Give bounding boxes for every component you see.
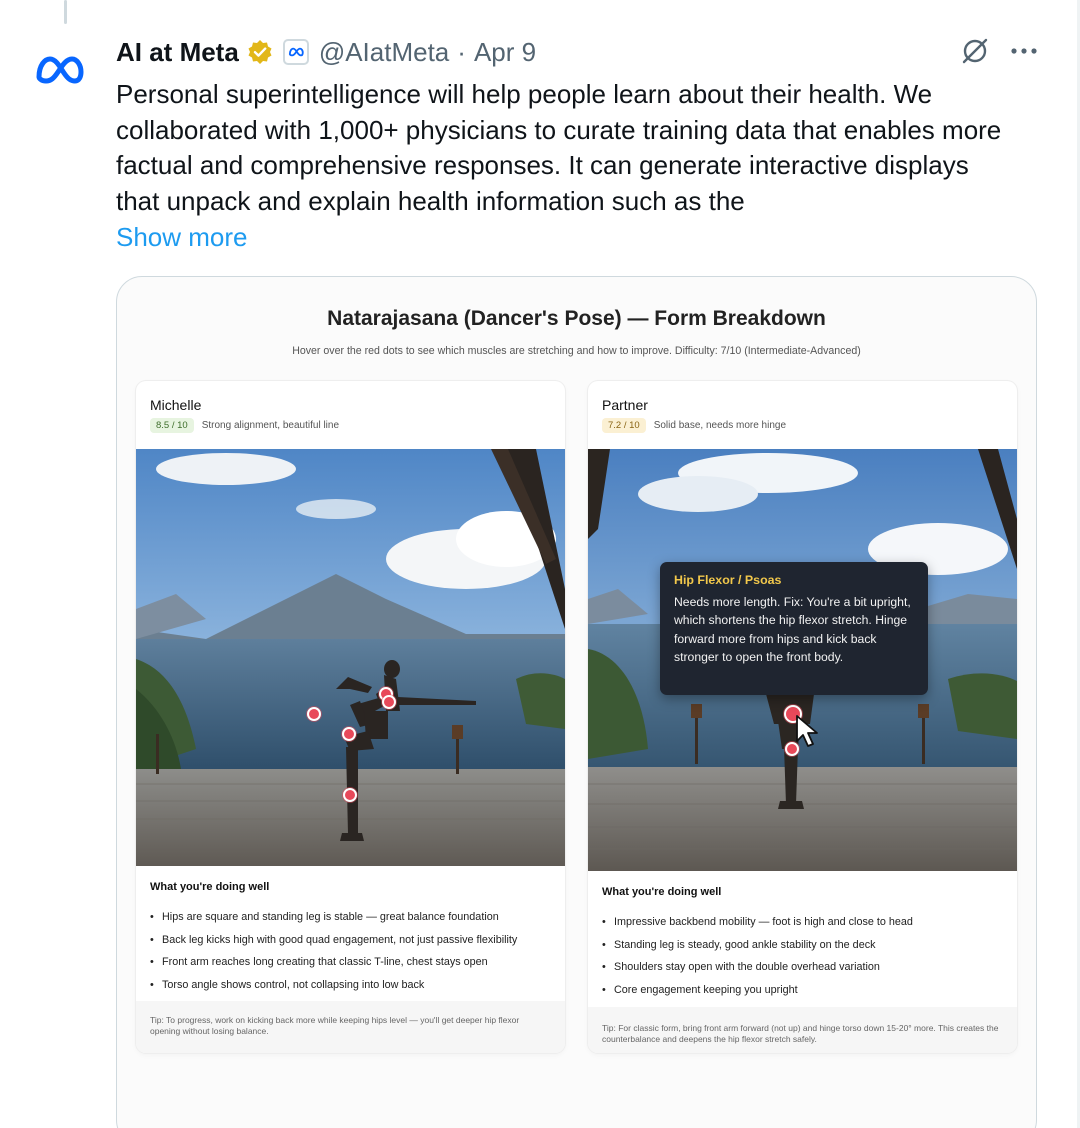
- gold-verified-badge-icon[interactable]: [247, 39, 273, 65]
- person-name: Michelle: [150, 397, 202, 413]
- score-note: Solid base, needs more hinge: [653, 420, 787, 431]
- tip-box: Tip: For classic form, bring front arm f…: [588, 1007, 1017, 1053]
- feedback-item: Torso angle shows control, not collapsin…: [150, 974, 555, 997]
- feedback-list: Hips are square and standing leg is stab…: [150, 906, 555, 996]
- feedback-item: Core engagement keeping you upright: [602, 979, 1007, 1002]
- tweet-media-image[interactable]: Natarajasana (Dancer's Pose) — Form Brea…: [116, 276, 1037, 1128]
- feedback-item: Impressive backbend mobility — foot is h…: [602, 911, 1007, 934]
- score-badge: 8.5 / 10: [150, 418, 194, 433]
- tooltip-title: Hip Flexor / Psoas: [674, 573, 782, 587]
- thread-connector-line: [64, 0, 67, 24]
- feedback-item: Front arm reaches long creating that cla…: [150, 951, 555, 974]
- meta-logo-icon[interactable]: [32, 34, 86, 106]
- hip-flexor-tooltip: Hip Flexor / Psoas Needs more length. Fi…: [660, 562, 928, 695]
- pose-photo: Hip Flexor / Psoas Needs more length. Fi…: [588, 449, 1017, 871]
- document-subtitle: Hover over the red dots to see which mus…: [292, 345, 861, 357]
- document-title: Natarajasana (Dancer's Pose) — Form Brea…: [327, 307, 826, 330]
- section-title: What you're doing well: [150, 881, 270, 893]
- person-name: Partner: [602, 397, 648, 413]
- author-handle[interactable]: @AIatMeta: [319, 37, 449, 68]
- score-note: Strong alignment, beautiful line: [201, 420, 340, 431]
- pose-photo: [136, 449, 565, 866]
- mouse-pointer-icon: [795, 714, 821, 748]
- hotspot-hip-left[interactable]: [307, 707, 321, 721]
- tip-box: Tip: To progress, work on kicking back m…: [136, 1001, 565, 1053]
- score-row: 8.5 / 10 Strong alignment, beautiful lin…: [150, 418, 339, 433]
- score-row: 7.2 / 10 Solid base, needs more hinge: [602, 418, 786, 433]
- feedback-item: Standing leg is steady, good ankle stabi…: [602, 934, 1007, 957]
- section-title: What you're doing well: [602, 886, 722, 898]
- grok-icon[interactable]: [960, 36, 990, 66]
- feedback-item: Shoulders stay open with the double over…: [602, 956, 1007, 979]
- feedback-item: Hips are square and standing leg is stab…: [150, 906, 555, 929]
- tooltip-body: Needs more length. Fix: You're a bit upr…: [674, 594, 911, 665]
- header-separator: ·: [457, 36, 466, 67]
- hotspot-back[interactable]: [382, 695, 396, 709]
- form-card-michelle: Michelle 8.5 / 10 Strong alignment, beau…: [136, 381, 565, 1053]
- tweet: AI at Meta @AIatMeta · Apr 9 Personal su…: [116, 34, 1038, 255]
- score-badge: 7.2 / 10: [602, 418, 646, 433]
- header-actions: [960, 36, 1038, 66]
- hotspot-thigh[interactable]: [342, 727, 356, 741]
- tweet-header: AI at Meta @AIatMeta · Apr 9: [116, 34, 1038, 70]
- author-name[interactable]: AI at Meta: [116, 37, 239, 68]
- form-card-partner: Partner 7.2 / 10 Solid base, needs more …: [588, 381, 1017, 1053]
- show-more-link[interactable]: Show more: [116, 219, 1036, 255]
- tweet-text: Personal superintelligence will help peo…: [116, 79, 1002, 216]
- feedback-item: Back leg kicks high with good quad engag…: [150, 929, 555, 952]
- feedback-list: Impressive backbend mobility — foot is h…: [602, 911, 1007, 1001]
- meta-affiliate-badge-icon[interactable]: [282, 39, 309, 65]
- tweet-date[interactable]: Apr 9: [474, 37, 536, 68]
- more-horizontal-icon[interactable]: [1010, 46, 1038, 56]
- hotspot-knee[interactable]: [343, 788, 357, 802]
